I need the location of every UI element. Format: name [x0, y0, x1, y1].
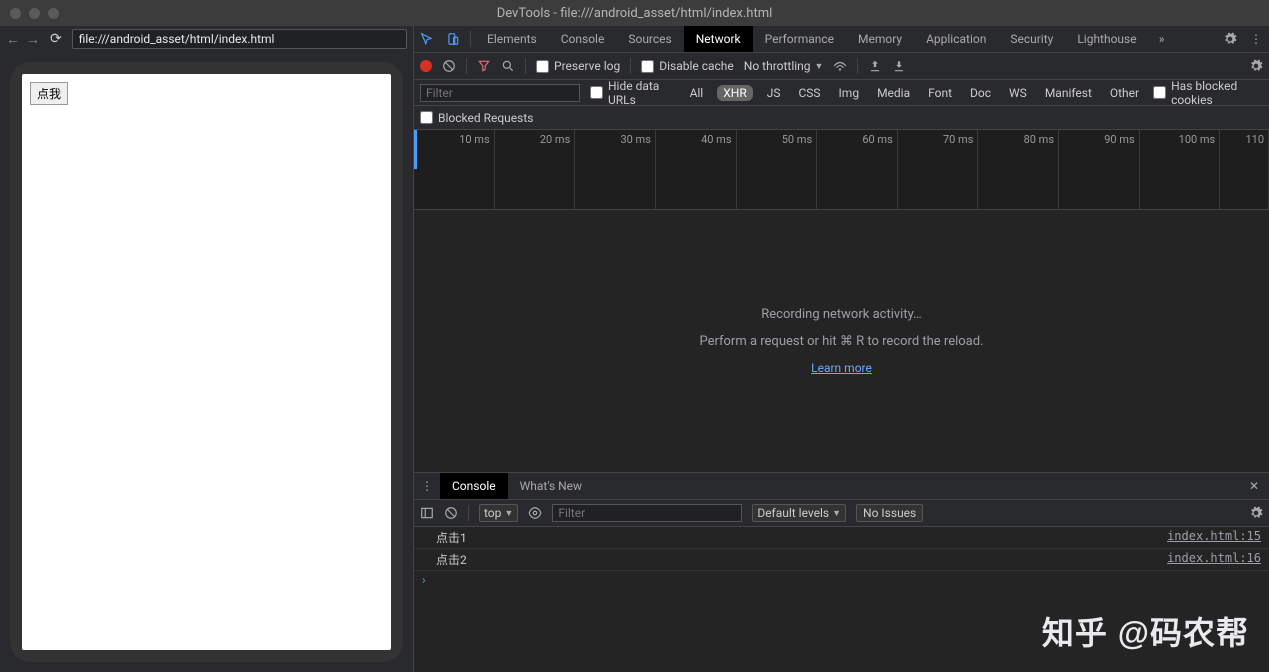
titlebar: DevTools - file:///android_asset/html/in… [0, 0, 1269, 26]
tab-memory[interactable]: Memory [846, 26, 914, 52]
tab-performance[interactable]: Performance [753, 26, 846, 52]
drawer-close-icon[interactable]: ✕ [1239, 479, 1269, 493]
search-icon[interactable] [501, 59, 515, 73]
preserve-log-checkbox[interactable]: Preserve log [536, 59, 620, 73]
import-har-icon[interactable] [868, 59, 882, 73]
filter-css[interactable]: CSS [794, 85, 824, 101]
tab-network[interactable]: Network [684, 26, 753, 52]
watermark: 知乎 @码农帮 [1042, 608, 1249, 654]
inspect-element-icon[interactable] [414, 26, 440, 52]
log-message: 点击1 [436, 529, 1167, 546]
network-empty-state: Recording network activity… Perform a re… [414, 210, 1269, 472]
back-icon[interactable]: ← [6, 31, 20, 48]
log-levels-select[interactable]: Default levels▼ [752, 504, 846, 522]
learn-more-link[interactable]: Learn more [811, 361, 872, 375]
live-expression-icon[interactable] [528, 506, 542, 520]
device-toggle-icon[interactable] [440, 26, 466, 52]
maximize-window-icon[interactable] [48, 8, 59, 19]
drawer-tab-whats-new[interactable]: What's New [508, 473, 594, 499]
hide-data-urls-checkbox[interactable]: Hide data URLs [590, 79, 676, 107]
console-prompt[interactable]: › [414, 571, 1269, 589]
filter-img[interactable]: Img [835, 85, 864, 101]
tab-elements[interactable]: Elements [475, 26, 549, 52]
filter-icon[interactable] [477, 59, 491, 73]
forward-icon[interactable]: → [26, 31, 40, 48]
issues-button[interactable]: No Issues [856, 504, 923, 522]
network-toolbar: Preserve log Disable cache No throttling… [414, 53, 1269, 80]
empty-line-2: Perform a request or hit ⌘ R to record t… [699, 334, 983, 349]
reload-icon[interactable]: ⟳ [50, 31, 62, 47]
filter-xhr[interactable]: XHR [717, 85, 752, 101]
filter-doc[interactable]: Doc [966, 85, 995, 101]
filter-font[interactable]: Font [924, 85, 956, 101]
disable-cache-checkbox[interactable]: Disable cache [641, 59, 734, 73]
settings-icon[interactable] [1217, 26, 1243, 52]
network-filter-input[interactable] [420, 84, 580, 102]
tab-sources[interactable]: Sources [616, 26, 683, 52]
close-window-icon[interactable] [10, 8, 21, 19]
minimize-window-icon[interactable] [29, 8, 40, 19]
log-message: 点击2 [436, 551, 1167, 568]
filter-js[interactable]: JS [763, 85, 785, 101]
console-settings-icon[interactable] [1249, 506, 1263, 520]
drawer-menu-icon[interactable]: ⋮ [414, 473, 440, 499]
tab-lighthouse[interactable]: Lighthouse [1065, 26, 1148, 52]
filter-all[interactable]: All [686, 85, 708, 101]
filter-row: Hide data URLs All XHR JS CSS Img Media … [414, 80, 1269, 106]
device-preview-pane: ← → ⟳ 点我 [0, 26, 413, 672]
tab-security[interactable]: Security [998, 26, 1065, 52]
context-select[interactable]: top▼ [479, 504, 518, 522]
filter-media[interactable]: Media [873, 85, 914, 101]
console-filter-input[interactable] [552, 504, 742, 522]
demo-button[interactable]: 点我 [30, 82, 68, 105]
device-frame: 点我 [10, 62, 403, 662]
record-button[interactable] [420, 60, 432, 72]
device-screen[interactable]: 点我 [22, 74, 391, 650]
export-har-icon[interactable] [892, 59, 906, 73]
empty-line-1: Recording network activity… [761, 307, 922, 322]
more-tabs-icon[interactable]: » [1149, 26, 1175, 52]
network-conditions-icon[interactable] [833, 59, 847, 73]
kebab-menu-icon[interactable]: ⋮ [1243, 26, 1269, 52]
log-source-link[interactable]: index.html:15 [1167, 529, 1261, 546]
blocked-requests-checkbox[interactable]: Blocked Requests [420, 111, 533, 125]
log-row[interactable]: 点击1 index.html:15 [414, 527, 1269, 549]
window-title: DevTools - file:///android_asset/html/in… [497, 6, 773, 21]
waterfall-overview[interactable]: 10 ms 20 ms 30 ms 40 ms 50 ms 60 ms 70 m… [414, 130, 1269, 210]
window-controls [0, 8, 59, 19]
console-drawer: ⋮ Console What's New ✕ top▼ Default leve… [414, 472, 1269, 672]
tab-console[interactable]: Console [549, 26, 617, 52]
drawer-tab-console[interactable]: Console [440, 473, 508, 499]
filter-ws[interactable]: WS [1005, 85, 1031, 101]
filter-manifest[interactable]: Manifest [1041, 85, 1096, 101]
network-settings-icon[interactable] [1249, 59, 1263, 73]
filter-other[interactable]: Other [1106, 85, 1143, 101]
log-source-link[interactable]: index.html:16 [1167, 551, 1261, 568]
console-sidebar-icon[interactable] [420, 506, 434, 520]
log-row[interactable]: 点击2 index.html:16 [414, 549, 1269, 571]
has-blocked-cookies-checkbox[interactable]: Has blocked cookies [1153, 79, 1263, 107]
devtools-tabs: Elements Console Sources Network Perform… [414, 26, 1269, 53]
throttling-select[interactable]: No throttling▼ [744, 59, 824, 73]
tab-application[interactable]: Application [914, 26, 998, 52]
console-clear-icon[interactable] [444, 506, 458, 520]
clear-icon[interactable] [442, 59, 456, 73]
url-input[interactable] [72, 29, 407, 49]
